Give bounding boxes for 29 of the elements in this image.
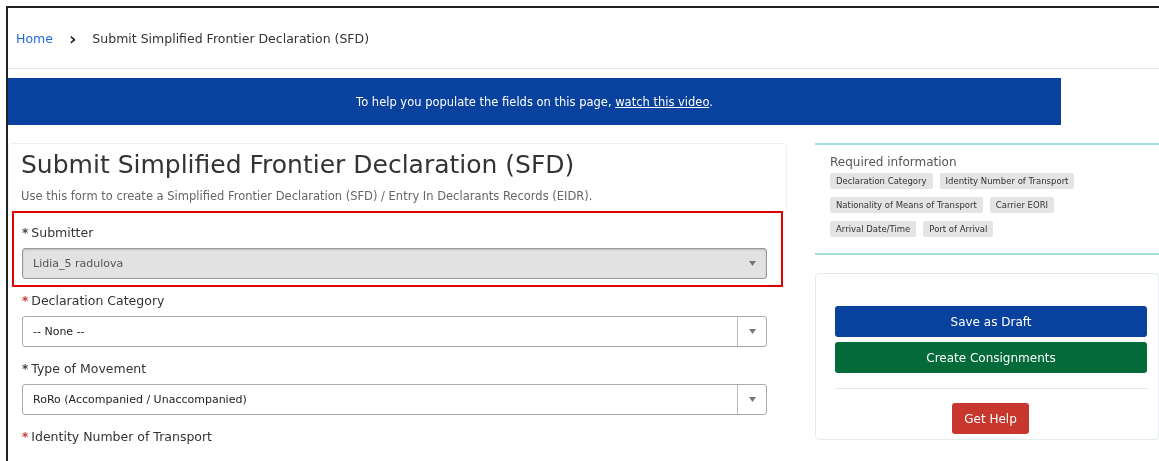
dropdown-caret-icon bbox=[748, 397, 756, 402]
dropdown-caret-icon bbox=[748, 329, 756, 334]
field-label: Type of Movement bbox=[31, 361, 147, 376]
required-tag: Arrival Date/Time bbox=[830, 221, 917, 237]
required-asterisk: * bbox=[22, 362, 29, 376]
required-asterisk: * bbox=[22, 294, 29, 308]
required-tag: Declaration Category bbox=[830, 173, 933, 189]
breadcrumb-separator: › bbox=[68, 27, 77, 49]
home-link[interactable]: Home bbox=[16, 30, 53, 46]
required-tag: Port of Arrival bbox=[923, 221, 994, 237]
required-tag: Nationality of Means of Transport bbox=[830, 197, 983, 213]
dropdown-field[interactable]: -- None -- bbox=[22, 316, 767, 347]
dropdown-field[interactable]: RoRo (Accompanied / Unaccompanied) bbox=[22, 384, 767, 415]
dropdown-caret-icon bbox=[748, 261, 756, 266]
required-info-title: Required information bbox=[830, 155, 958, 169]
form-description: Use this form to create a Simplified Frontier Declaration (SFD) / Entry In Declarants Records (EIDR). bbox=[21, 189, 594, 203]
required-tag: Identity Number of Transport bbox=[939, 173, 1075, 189]
action-button[interactable]: Save as Draft bbox=[835, 306, 1147, 337]
help-button[interactable]: Get Help bbox=[952, 403, 1029, 434]
action-button[interactable]: Create Consignments bbox=[835, 342, 1147, 373]
form-title: Submit Simplified Frontier Declaration (SFD) bbox=[21, 150, 576, 179]
field-label: Identity Number of Transport bbox=[31, 429, 213, 444]
field-label: Declaration Category bbox=[31, 293, 165, 308]
breadcrumb-current: Submit Simplified Frontier Declaration (SFD) bbox=[92, 30, 370, 46]
required-tag: Carrier EORI bbox=[989, 197, 1055, 213]
banner-text: To help you populate the fields on this page, watch this video. bbox=[356, 94, 713, 109]
required-asterisk: * bbox=[22, 430, 29, 444]
required-asterisk: * bbox=[22, 226, 29, 240]
field-label: Submitter bbox=[31, 225, 94, 240]
